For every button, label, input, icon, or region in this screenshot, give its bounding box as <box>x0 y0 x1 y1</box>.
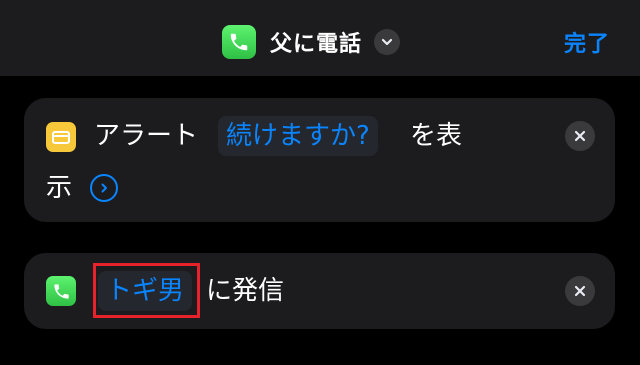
action-label-show-alert: アラート <box>94 121 199 151</box>
close-icon <box>574 130 586 142</box>
phone-icon <box>46 276 76 306</box>
done-button[interactable]: 完了 <box>564 26 610 58</box>
chevron-down-icon[interactable] <box>374 29 401 55</box>
show-alert-action-card[interactable]: アラート 続けますか? を表 示 <box>24 98 615 222</box>
chevron-right-circle-icon[interactable] <box>90 174 118 202</box>
alert-message-parameter[interactable]: 続けますか? <box>218 116 378 156</box>
navigation-header: 父に電話 完了 <box>0 0 640 76</box>
phone-icon <box>222 25 256 59</box>
remove-action-button[interactable] <box>565 121 595 151</box>
action-label-call: に発信 <box>206 276 285 306</box>
close-icon <box>574 285 586 297</box>
alert-window-icon <box>46 122 76 152</box>
action-label-suffix-cont: 示 <box>46 173 73 203</box>
remove-action-button[interactable] <box>565 276 595 306</box>
shortcut-title: 父に電話 <box>270 32 363 57</box>
highlight-annotation-box <box>93 263 200 318</box>
shortcut-title-group[interactable]: 父に電話 <box>222 24 401 60</box>
action-label-suffix: を表 <box>410 121 463 151</box>
